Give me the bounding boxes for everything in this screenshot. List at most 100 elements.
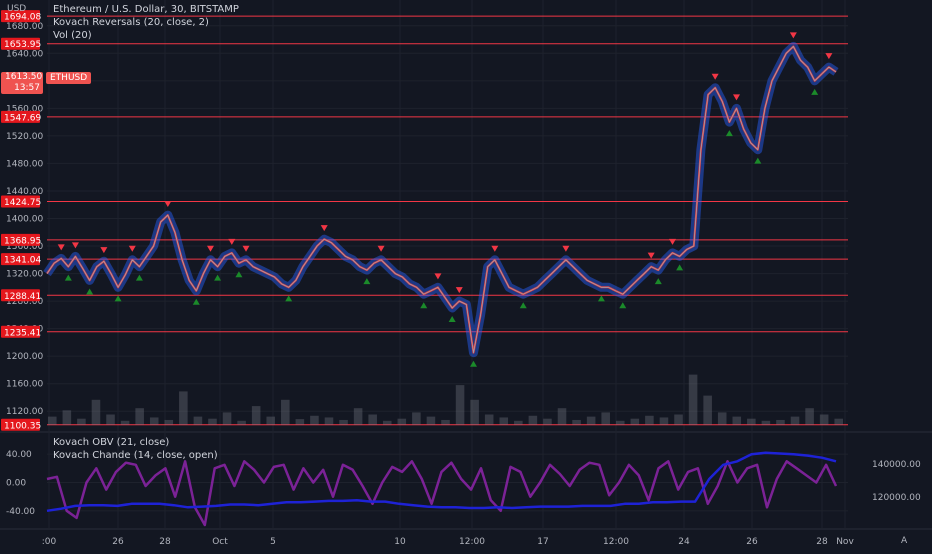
volume-bar	[776, 419, 785, 425]
level-tag-label: 1547.69	[4, 113, 41, 123]
y-tick-label: 1520.00	[6, 132, 43, 142]
volume-bar	[834, 418, 843, 425]
volume-bar	[645, 415, 654, 425]
level-tag-label: 1653.95	[4, 40, 41, 50]
volume-bar	[586, 416, 596, 425]
level-tag-label: 1288.41	[4, 292, 41, 302]
volume-bar	[412, 412, 421, 425]
volume-bar	[601, 412, 610, 425]
x-tick-label: :00	[42, 537, 57, 547]
volume-bar	[717, 412, 727, 425]
x-tick-label: 5	[270, 537, 276, 547]
legend-indicator-reversals[interactable]: Kovach Reversals (20, close, 2)	[53, 16, 209, 29]
volume-bar	[77, 418, 86, 425]
legend-symbol[interactable]: Ethereum / U.S. Dollar, 30, BITSTAMP	[53, 3, 239, 16]
lower-y-tick-left: -40.00	[6, 507, 35, 517]
x-tick-label: 28	[159, 537, 171, 547]
volume-bar	[382, 420, 392, 425]
volume-bar	[208, 418, 217, 425]
price-badge-countdown: 13:57	[14, 83, 40, 93]
volume-bar	[543, 418, 552, 425]
y-tick-label: 1680.00	[6, 22, 43, 32]
y-tick-label: 1400.00	[6, 215, 43, 225]
lower-y-tick-left: 0.00	[6, 479, 26, 489]
volume-bar	[266, 416, 276, 425]
volume-bar	[805, 408, 814, 425]
volume-bar	[455, 385, 465, 425]
volume-bar	[149, 417, 159, 425]
x-tick-label: 26	[112, 537, 124, 547]
volume-bar	[557, 408, 567, 425]
y-tick-label: 1200.00	[6, 352, 43, 362]
y-tick-label: 1320.00	[6, 270, 43, 280]
volume-bar	[281, 399, 290, 425]
y-tick-label: 1480.00	[6, 159, 43, 169]
auto-scale-button[interactable]: A	[901, 536, 907, 546]
volume-bar	[514, 420, 523, 425]
volume-bar	[164, 419, 174, 425]
volume-bar	[484, 414, 494, 425]
volume-bar	[193, 416, 203, 425]
lower-y-tick-right: 140000.00	[872, 460, 921, 470]
legend-indicator-volume[interactable]: Vol (20)	[53, 29, 92, 42]
x-tick-label: 10	[394, 537, 406, 547]
x-tick-label: 12:00	[603, 537, 629, 547]
volume-bar	[761, 420, 771, 425]
volume-bar	[747, 418, 756, 425]
volume-bar	[630, 418, 640, 425]
volume-bar	[48, 416, 57, 425]
volume-bar	[135, 408, 144, 425]
x-tick-label: Nov	[836, 537, 854, 547]
price-badge: 1613.50 13:57	[1, 72, 43, 94]
volume-bar	[572, 419, 581, 425]
volume-bar	[659, 417, 669, 425]
volume-bar	[397, 418, 407, 425]
volume-bar	[703, 395, 712, 425]
volume-bar	[179, 391, 188, 425]
price-badge-value: 1613.50	[5, 72, 43, 82]
volume-bar	[295, 419, 305, 425]
volume-bar	[470, 399, 479, 425]
lower-y-tick-left: 40.00	[6, 450, 32, 460]
volume-bar	[120, 420, 130, 425]
volume-bar	[339, 419, 348, 425]
lower-y-tick-right: 120000.00	[872, 493, 921, 503]
legend-lower-obv[interactable]: Kovach OBV (21, close)	[53, 436, 169, 449]
y-tick-label: 1640.00	[6, 49, 43, 59]
level-tag-label: 1424.75	[4, 198, 41, 208]
volume-bar	[615, 420, 625, 425]
symbol-badge: ETHUSD	[46, 72, 92, 84]
volume-bar	[237, 420, 246, 425]
x-tick-label: 26	[746, 537, 758, 547]
x-tick-label: 12:00	[459, 537, 485, 547]
chart-stage[interactable]: :00 26 28 Oct 5 10 12:00 17 12:00 24 26 28 Nov 1680.0…	[0, 0, 932, 550]
level-tag-label: 1235.41	[4, 328, 41, 338]
volume-bar	[222, 412, 232, 425]
volume-bar	[441, 419, 450, 425]
volume-bar	[819, 414, 829, 425]
volume-bar	[353, 408, 363, 425]
volume-bar	[688, 374, 698, 425]
level-tag-label: 1100.35	[4, 421, 41, 431]
volume-bar	[324, 417, 334, 425]
volume-bar	[62, 410, 72, 425]
y-tick-label: 1120.00	[6, 407, 43, 417]
volume-bar	[310, 415, 319, 425]
level-tag-label: 1341.04	[4, 256, 41, 266]
volume-bar	[106, 414, 115, 425]
volume-bar	[732, 416, 742, 425]
currency-label: USD	[7, 4, 27, 14]
level-tag-label: 1368.95	[4, 236, 41, 246]
volume-bar	[499, 417, 509, 425]
legend-lower-chande[interactable]: Kovach Chande (14, close, open)	[53, 449, 218, 462]
x-tick-label: Oct	[212, 537, 228, 547]
volume-bar	[251, 406, 261, 425]
volume-bar	[426, 416, 436, 425]
y-tick-label: 1160.00	[6, 380, 43, 390]
x-tick-label: 24	[678, 537, 690, 547]
volume-bar	[368, 414, 377, 425]
volume-bar	[528, 415, 538, 425]
chart-svg[interactable]: :00 26 28 Oct 5 10 12:00 17 12:00 24 26 28 Nov 1680.0…	[0, 0, 932, 550]
volume-bar	[91, 399, 101, 425]
volume-bar	[790, 416, 800, 425]
